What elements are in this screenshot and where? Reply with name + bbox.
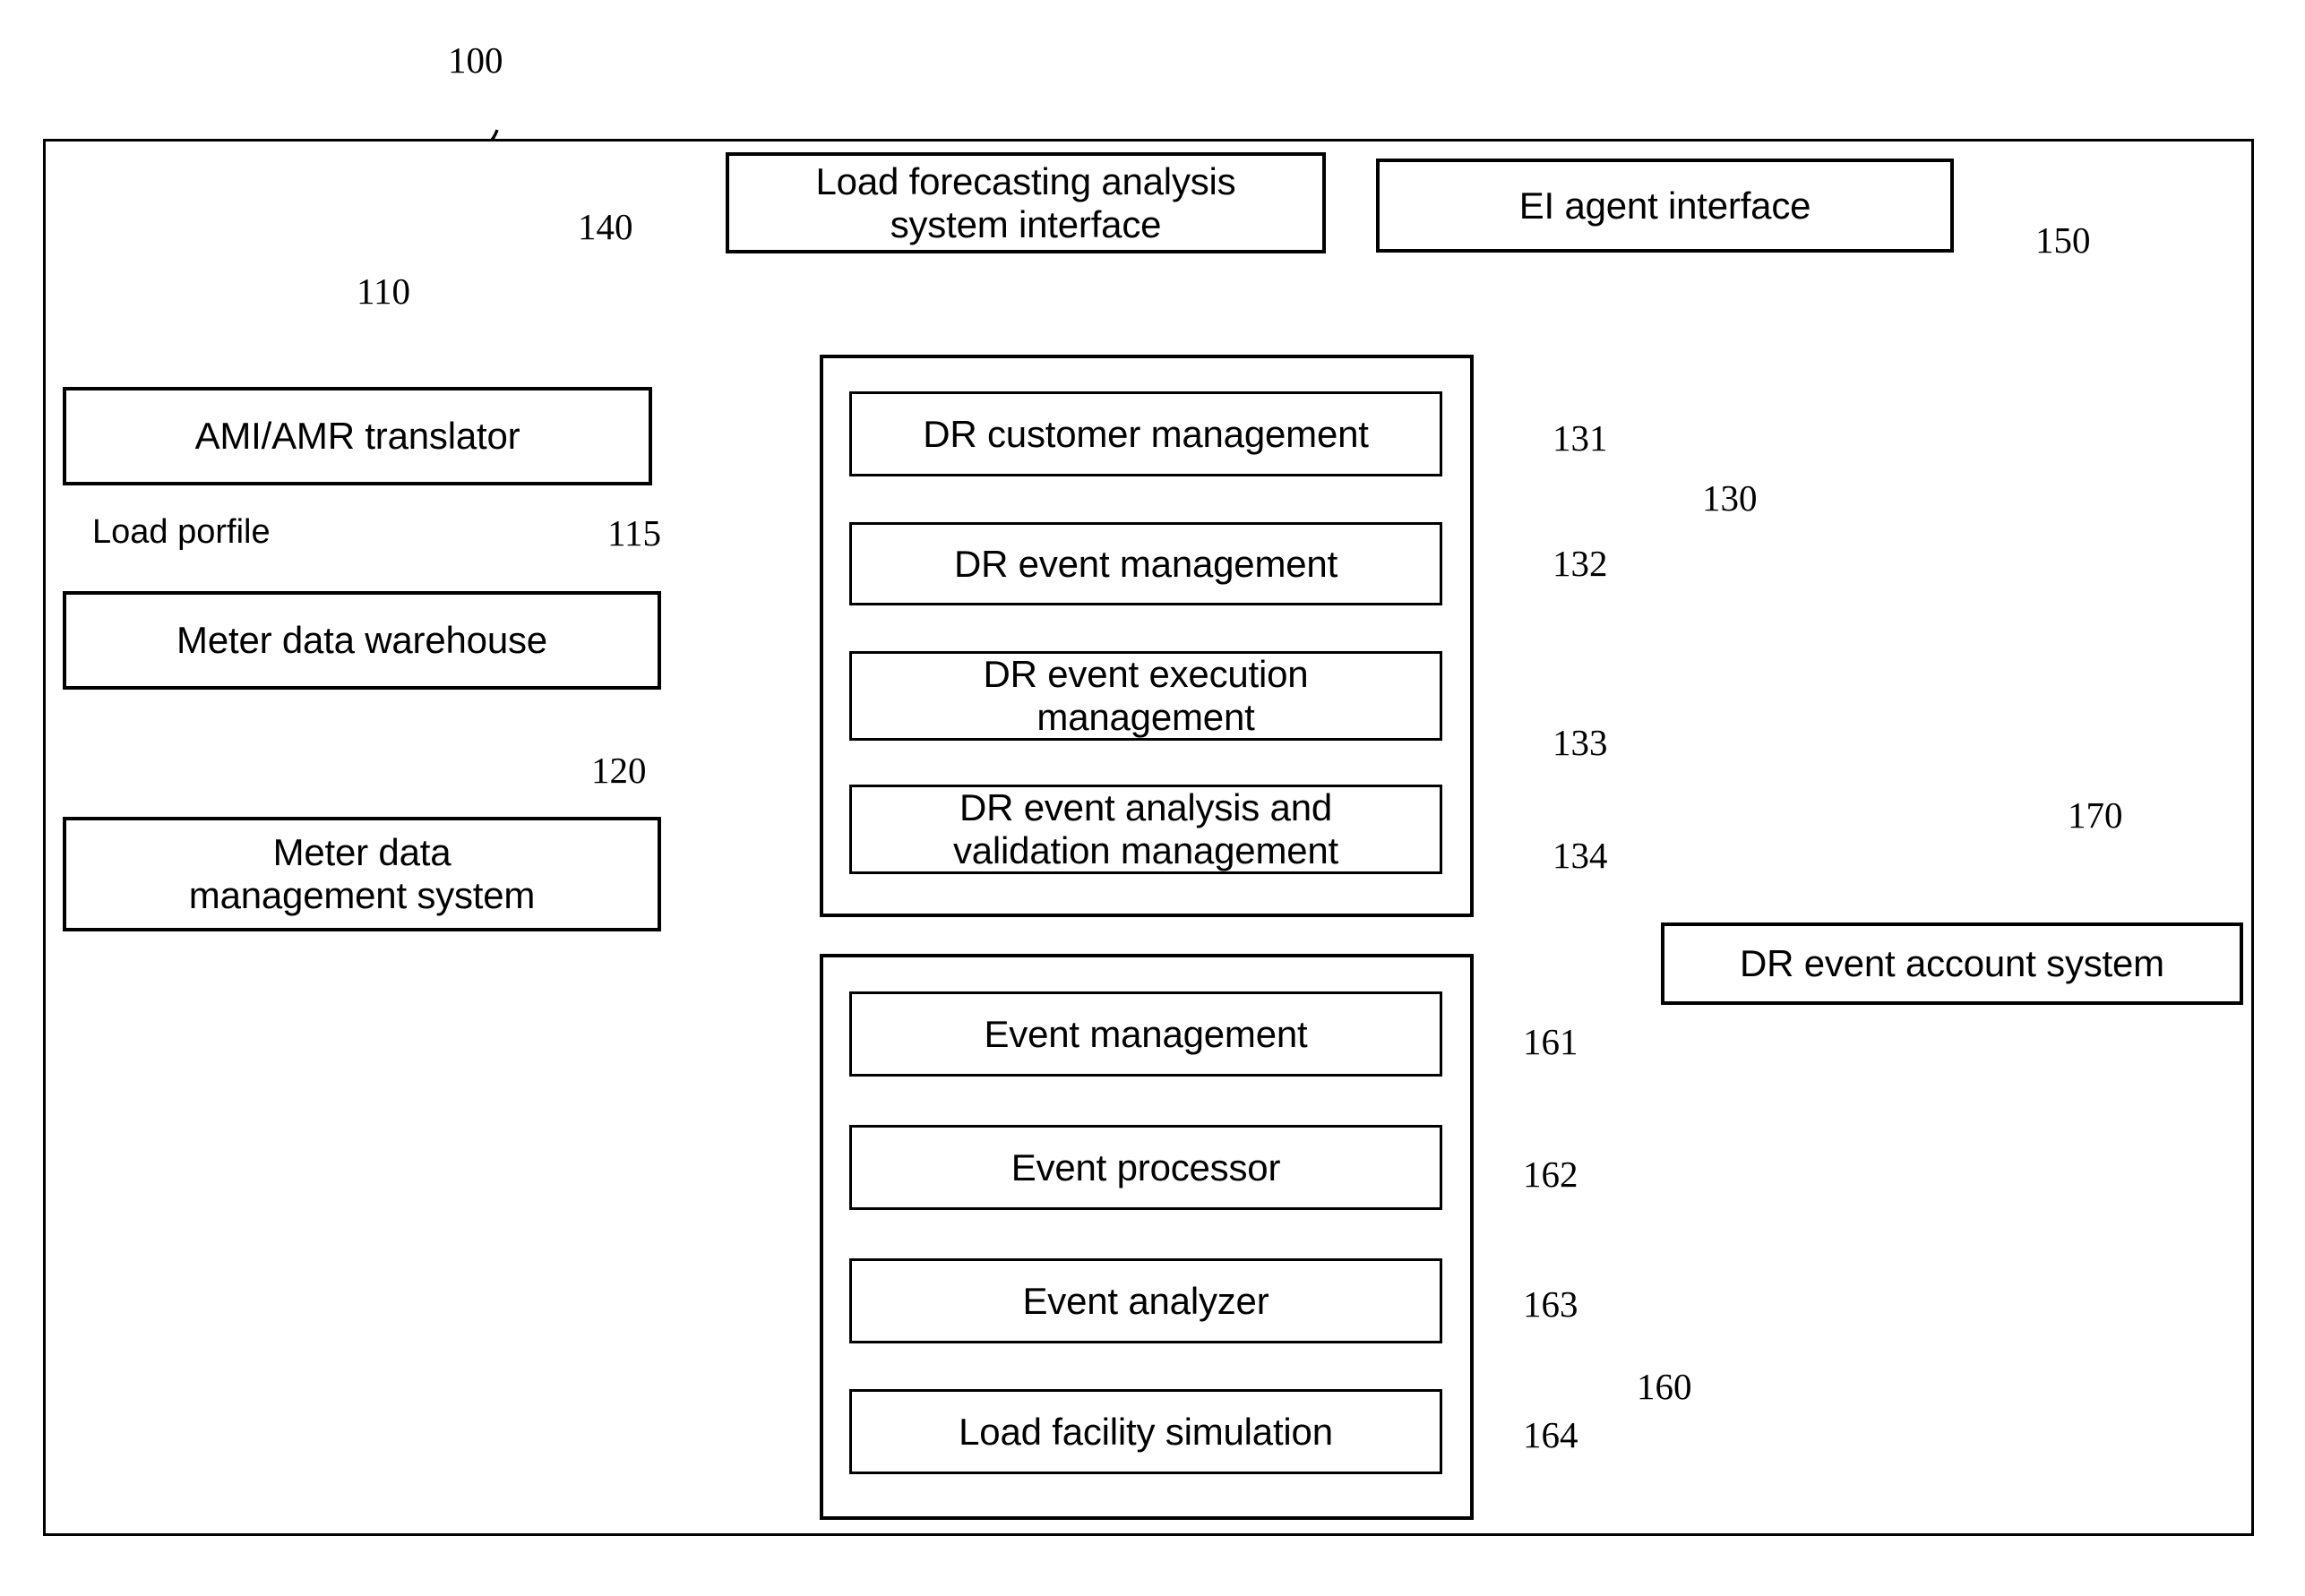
patent-figure: 100 Load forecasting analysis system int…	[0, 0, 2305, 1596]
event-analyzer[interactable]: Event analyzer	[849, 1258, 1442, 1343]
ref-132: 132	[1552, 543, 1608, 584]
event-management[interactable]: Event management	[849, 991, 1442, 1077]
ami-amr-translator[interactable]: AMI/AMR translator	[63, 387, 652, 485]
meter-data-warehouse-label: Meter data warehouse	[176, 619, 547, 662]
load-facility-simulation[interactable]: Load facility simulation	[849, 1389, 1442, 1474]
event-processor[interactable]: Event processor	[849, 1125, 1442, 1210]
ref-164: 164	[1523, 1414, 1578, 1455]
dr-event-execution-management[interactable]: DR event execution management	[849, 651, 1442, 741]
meter-data-warehouse[interactable]: Meter data warehouse	[63, 591, 661, 690]
ref-133: 133	[1552, 722, 1608, 763]
dr-event-analysis-and-validation-management[interactable]: DR event analysis and validation managem…	[849, 785, 1442, 874]
meter-data-management-system-label: Meter data management system	[188, 831, 536, 916]
ami-amr-translator-label: AMI/AMR translator	[194, 415, 520, 458]
ref-150: 150	[2035, 219, 2091, 261]
dr-customer-management-label: DR customer management	[923, 412, 1369, 455]
ref-134: 134	[1552, 835, 1608, 876]
load-profile-flow-label: Load porfile	[92, 513, 271, 551]
dr-event-analysis-and-validation-management-label: DR event analysis and validation managem…	[952, 786, 1339, 871]
event-processor-label: Event processor	[1011, 1146, 1281, 1188]
ref-140: 140	[578, 206, 633, 247]
dr-event-management[interactable]: DR event management	[849, 522, 1442, 605]
ei-agent-interface-label: EI agent interface	[1518, 184, 1811, 227]
meter-data-management-system[interactable]: Meter data management system	[63, 817, 661, 931]
dr-event-account-system-label: DR event account system	[1740, 942, 2164, 985]
dr-event-management-label: DR event management	[953, 542, 1338, 585]
ref-163: 163	[1523, 1283, 1578, 1325]
load-forecasting-analysis-system-interface[interactable]: Load forecasting analysis system interfa…	[726, 152, 1326, 253]
ref-130: 130	[1702, 477, 1758, 519]
ref-120: 120	[591, 750, 647, 791]
ref-160: 160	[1637, 1366, 1692, 1407]
dr-customer-management[interactable]: DR customer management	[849, 391, 1442, 476]
ref-170: 170	[2068, 794, 2123, 836]
ref-162: 162	[1523, 1154, 1578, 1195]
ref-100: 100	[448, 39, 503, 81]
load-forecasting-analysis-system-interface-label: Load forecasting analysis system interfa…	[815, 159, 1236, 245]
event-analyzer-label: Event analyzer	[1022, 1279, 1269, 1322]
ref-161: 161	[1523, 1021, 1578, 1062]
dr-event-account-system[interactable]: DR event account system	[1661, 922, 2243, 1005]
dr-event-execution-management-label: DR event execution management	[983, 653, 1309, 738]
event-management-label: Event management	[984, 1012, 1308, 1055]
ref-131: 131	[1552, 417, 1608, 459]
ref-115: 115	[607, 512, 661, 553]
ei-agent-interface[interactable]: EI agent interface	[1376, 159, 1954, 253]
ref-110: 110	[357, 270, 410, 312]
load-facility-simulation-label: Load facility simulation	[959, 1410, 1333, 1453]
